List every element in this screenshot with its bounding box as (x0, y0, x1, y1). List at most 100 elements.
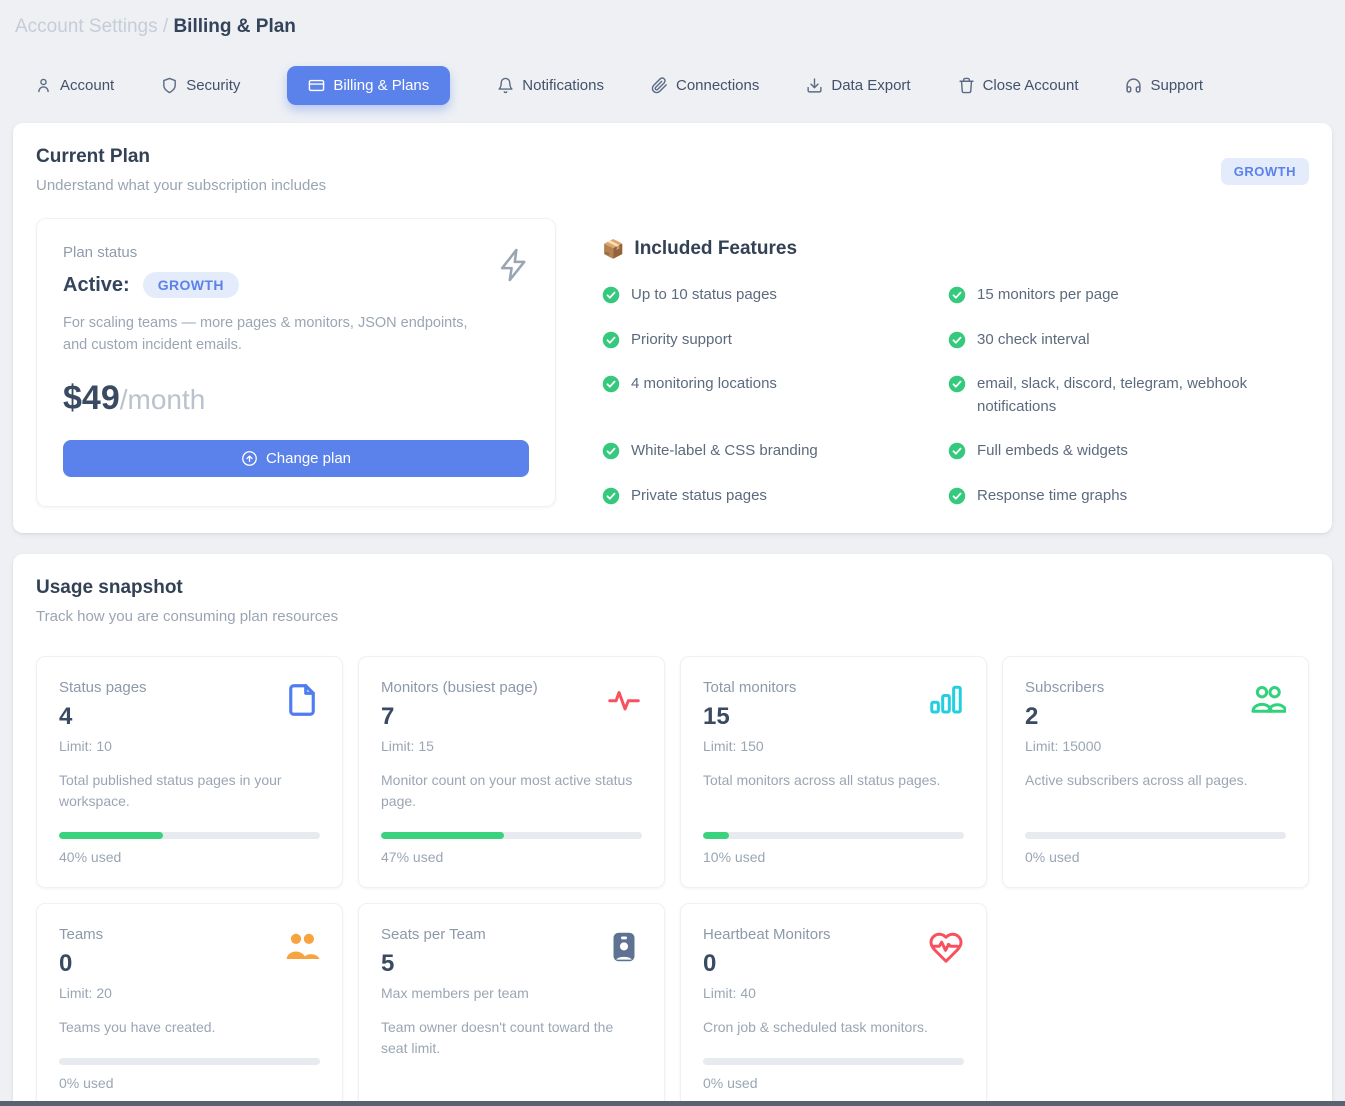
check-circle-icon (948, 331, 966, 349)
download-icon (806, 77, 823, 94)
credit-card-icon (308, 77, 325, 94)
current-plan-subtitle: Understand what your subscription includ… (36, 177, 326, 194)
lightning-bolt-icon (495, 245, 533, 290)
usage-card-limit: Limit: 40 (703, 985, 831, 1001)
usage-progress: 47% used (381, 812, 642, 865)
features-grid: Up to 10 status pages 15 monitors per pag… (602, 284, 1309, 507)
feature-item: 30 check interval (948, 329, 1309, 352)
tab-billing-plans[interactable]: Billing & Plans (287, 66, 450, 105)
plan-tier-badge: GROWTH (1221, 158, 1309, 185)
usage-percent-label: 47% used (381, 849, 642, 865)
check-circle-icon (602, 442, 620, 460)
usage-card-description: Cron job & scheduled task monitors. (703, 1017, 964, 1038)
usage-card-limit: Limit: 20 (59, 985, 112, 1001)
check-circle-icon (602, 286, 620, 304)
plan-price: $49 (63, 379, 120, 418)
feature-item: Private status pages (602, 485, 948, 508)
feature-label: Priority support (631, 329, 732, 352)
usage-card-value: 15 (703, 703, 796, 731)
usage-grid: Status pages 4 Limit: 10 Total published st… (36, 656, 1309, 1106)
tab-notifications[interactable]: Notifications (497, 77, 604, 94)
tab-label: Notifications (522, 77, 604, 94)
change-plan-button[interactable]: Change plan (63, 440, 529, 477)
usage-card-title: Monitors (busiest page) (381, 679, 538, 696)
progress-fill (381, 832, 504, 839)
usage-card-limit: Limit: 10 (59, 738, 147, 754)
feature-item: Up to 10 status pages (602, 284, 948, 307)
arrow-up-circle-icon (241, 450, 258, 467)
feature-label: email, slack, discord, telegram, webhook… (977, 373, 1273, 418)
usage-card-title: Total monitors (703, 679, 796, 696)
progress-fill (59, 832, 163, 839)
check-circle-icon (948, 375, 966, 393)
shield-icon (161, 77, 178, 94)
plan-badge: GROWTH (143, 272, 239, 298)
tab-label: Connections (676, 77, 759, 94)
usage-card-description: Teams you have created. (59, 1017, 320, 1038)
usage-card-limit: Limit: 150 (703, 738, 796, 754)
feature-item: Response time graphs (948, 485, 1309, 508)
tab-close-account[interactable]: Close Account (958, 77, 1079, 94)
included-features: 📦 Included Features Up to 10 status page… (556, 218, 1309, 507)
feature-item: Priority support (602, 329, 948, 352)
feature-label: White-label & CSS branding (631, 440, 818, 463)
page: Account Settings / Billing & Plan Accoun… (0, 0, 1345, 1106)
package-icon: 📦 (602, 239, 624, 260)
usage-progress: 0% used (703, 1038, 964, 1091)
person-icon (35, 77, 52, 94)
usage-card-title: Status pages (59, 679, 147, 696)
usage-percent-label: 10% used (703, 849, 964, 865)
headset-icon (1125, 77, 1142, 94)
feature-item: White-label & CSS branding (602, 440, 948, 463)
users-outline-icon (1250, 682, 1286, 718)
feature-item: Full embeds & widgets (948, 440, 1309, 463)
tab-connections[interactable]: Connections (651, 77, 759, 94)
plan-status-box: Plan status Active: GROWTH For scaling t… (36, 218, 556, 507)
usage-progress: 10% used (703, 812, 964, 865)
users-filled-icon (284, 929, 320, 965)
usage-card-value: 4 (59, 703, 147, 731)
check-circle-icon (948, 487, 966, 505)
usage-card-title: Subscribers (1025, 679, 1104, 696)
usage-card-value: 0 (59, 950, 112, 978)
tab-account[interactable]: Account (35, 77, 114, 94)
progress-track (59, 832, 320, 839)
feature-label: 30 check interval (977, 329, 1090, 352)
progress-track (59, 1058, 320, 1065)
usage-snapshot-card: Usage snapshot Track how you are consumi… (13, 554, 1332, 1106)
current-plan-card: Current Plan Understand what your subscr… (13, 123, 1332, 533)
usage-card-description: Monitor count on your most active status… (381, 770, 642, 812)
usage-card-value: 0 (703, 950, 831, 978)
pulse-icon (606, 682, 642, 718)
trash-icon (958, 77, 975, 94)
usage-card-value: 5 (381, 950, 529, 978)
usage-card-total-monitors: Total monitors15Limit: 150Total monitors… (680, 656, 987, 888)
usage-card-value: 7 (381, 703, 538, 731)
usage-card-teams: Teams0Limit: 20Teams you have created.0%… (36, 903, 343, 1106)
check-circle-icon (602, 375, 620, 393)
window-bottom-edge (0, 1101, 1345, 1106)
check-circle-icon (948, 286, 966, 304)
usage-card-title: Seats per Team (381, 926, 529, 943)
tab-support[interactable]: Support (1125, 77, 1203, 94)
document-icon (284, 682, 320, 718)
feature-label: 15 monitors per page (977, 284, 1119, 307)
feature-item: email, slack, discord, telegram, webhook… (948, 373, 1309, 418)
usage-card-description: Total published status pages in your wor… (59, 770, 320, 812)
usage-progress: 40% used (59, 812, 320, 865)
usage-card-heartbeat-monitors: Heartbeat Monitors0Limit: 40Cron job & s… (680, 903, 987, 1106)
breadcrumb-section[interactable]: Account Settings / (15, 16, 168, 37)
usage-percent-label: 0% used (1025, 849, 1286, 865)
plan-row: Plan status Active: GROWTH For scaling t… (36, 218, 1309, 507)
usage-percent-label: 40% used (59, 849, 320, 865)
plan-state: Active: (63, 274, 130, 297)
id-badge-icon (606, 929, 642, 965)
tab-security[interactable]: Security (161, 77, 240, 94)
current-plan-title: Current Plan (36, 146, 326, 168)
plan-description: For scaling teams — more pages & monitor… (63, 312, 483, 357)
usage-card-description: Active subscribers across all pages. (1025, 770, 1286, 791)
tab-data-export[interactable]: Data Export (806, 77, 910, 94)
usage-card-monitors-busiest-page: Monitors (busiest page)7Limit: 15Monitor… (358, 656, 665, 888)
check-circle-icon (948, 442, 966, 460)
plan-price-period: /month (120, 384, 206, 416)
